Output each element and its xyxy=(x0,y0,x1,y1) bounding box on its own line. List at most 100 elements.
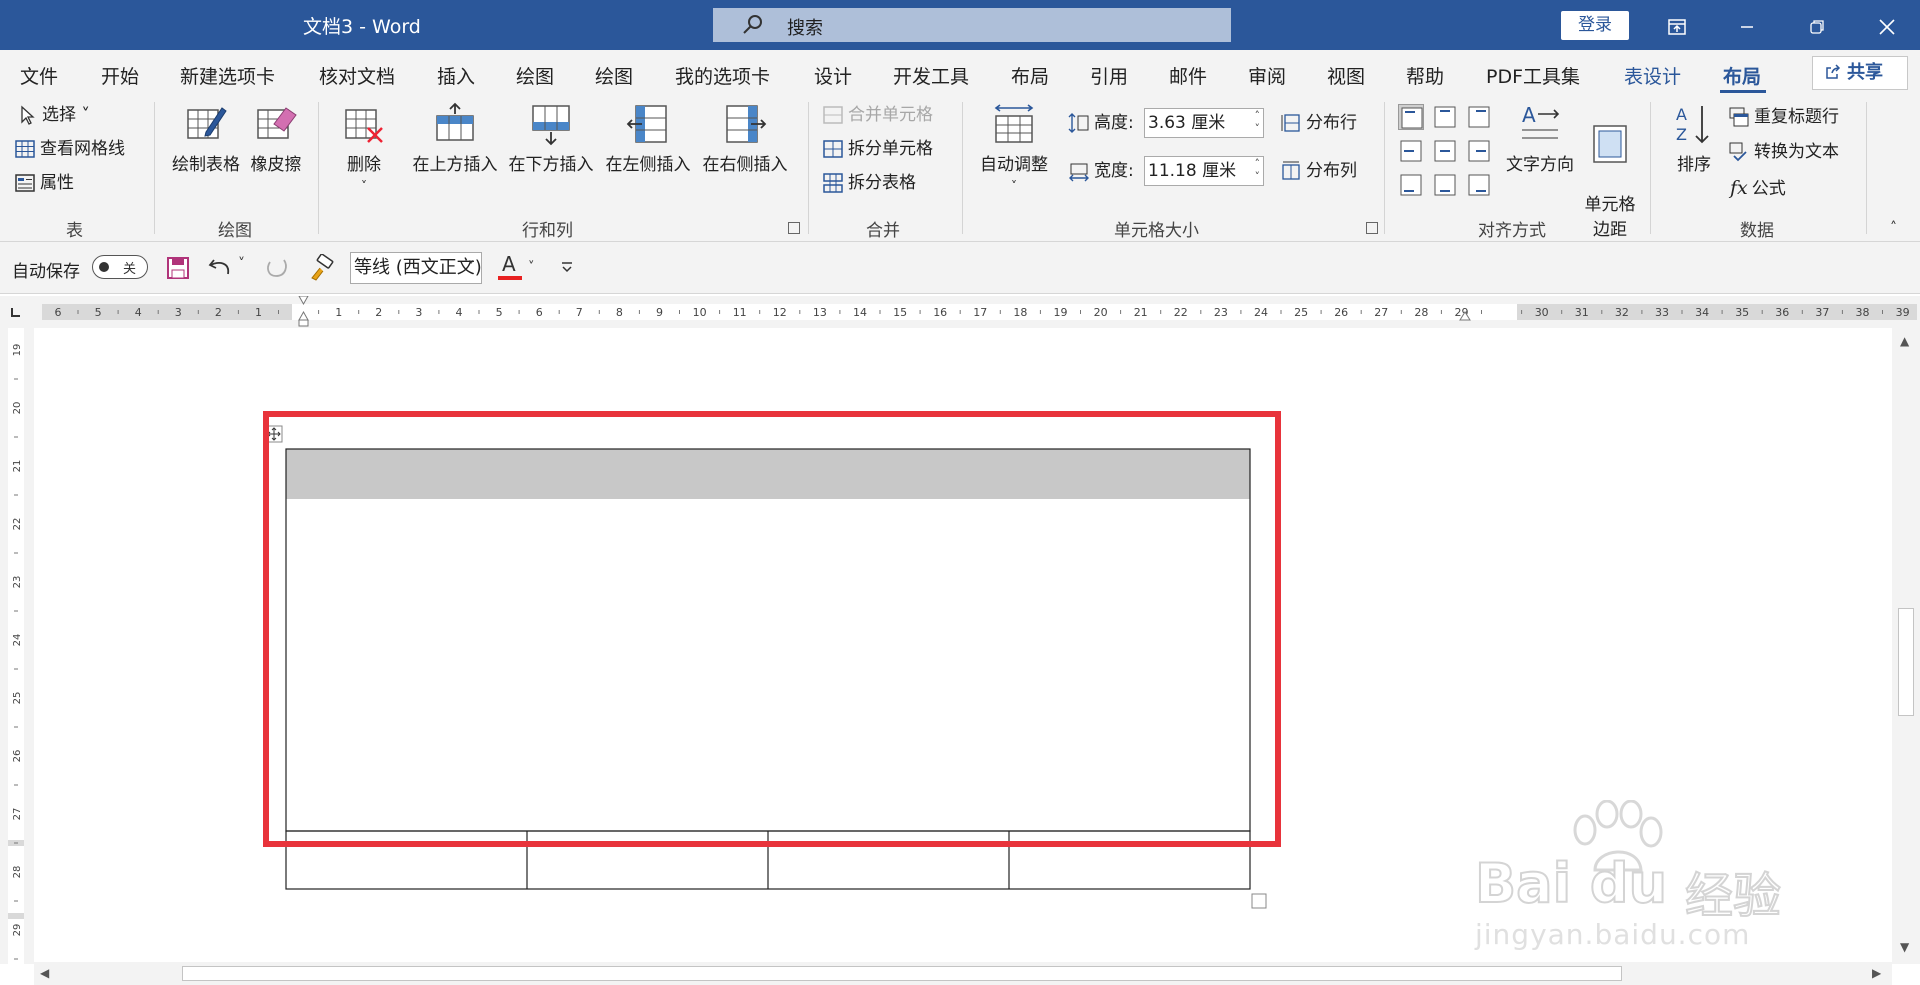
tab-view[interactable]: 视图 xyxy=(1327,62,1365,89)
minimize-icon[interactable] xyxy=(1716,0,1778,50)
font-dropdown-icon[interactable]: ˅ xyxy=(468,260,475,275)
tab-draw-1[interactable]: 绘图 xyxy=(516,62,554,89)
insert-below-button[interactable]: 在下方插入 xyxy=(504,102,598,175)
split-cells-button[interactable]: 拆分单元格 xyxy=(822,136,933,162)
align-bottom-right-icon[interactable] xyxy=(1466,172,1492,198)
convert-to-text-button[interactable]: 转换为文本 xyxy=(1728,139,1839,165)
tab-table-design[interactable]: 表设计 xyxy=(1624,62,1681,89)
cell-margins-icon xyxy=(1593,125,1627,163)
horizontal-scrollbar[interactable]: ◀ ▶ xyxy=(34,962,1892,985)
insert-right-button[interactable]: 在右侧插入 xyxy=(698,102,792,175)
column-width-input[interactable]: 11.18 厘米 ˄ ˅ xyxy=(1144,156,1264,186)
properties-button[interactable]: 属性 xyxy=(14,170,74,196)
eraser-label: 橡皮擦 xyxy=(250,155,302,175)
tab-draw-2[interactable]: 绘图 xyxy=(595,62,633,89)
repeat-header-rows-button[interactable]: 重复标题行 xyxy=(1728,104,1839,130)
split-cells-icon xyxy=(823,140,843,158)
delete-button[interactable]: 删除 ˅ xyxy=(334,102,394,195)
customize-qat-icon[interactable] xyxy=(560,260,574,274)
vertical-scroll-thumb[interactable] xyxy=(1898,608,1914,716)
ruler-tick-label: 4 xyxy=(135,306,142,319)
scroll-up-icon[interactable]: ▲ xyxy=(1900,334,1909,348)
tab-selector[interactable] xyxy=(0,296,34,328)
eraser-button[interactable]: 橡皮擦 xyxy=(248,102,304,175)
collapse-ribbon-icon[interactable]: ˄ xyxy=(1890,220,1906,236)
select-button[interactable]: 选择 ˅ xyxy=(16,102,90,128)
tab-mailings[interactable]: 邮件 xyxy=(1169,62,1207,89)
cell-margins-button[interactable]: 单元格 边距 xyxy=(1582,102,1638,240)
horizontal-scroll-thumb[interactable] xyxy=(182,966,1622,981)
formula-button[interactable]: fx 公式 xyxy=(1730,175,1786,201)
restore-icon[interactable] xyxy=(1786,0,1848,50)
close-icon[interactable] xyxy=(1856,0,1918,50)
font-color-dropdown-icon[interactable]: ˅ xyxy=(528,260,535,275)
row-height-value: 3.63 厘米 xyxy=(1148,113,1226,133)
merge-cells-button[interactable]: 合并单元格 xyxy=(822,102,933,128)
align-bottom-left-icon[interactable] xyxy=(1398,172,1424,198)
insert-above-button[interactable]: 在上方插入 xyxy=(408,102,502,175)
repeat-header-icon xyxy=(1729,107,1749,127)
tab-layout[interactable]: 布局 xyxy=(1011,62,1049,89)
align-top-left-icon[interactable] xyxy=(1398,104,1424,130)
vertical-ruler[interactable]: 19 20 21 22 23 24 25 26 27 28 29 xyxy=(0,328,34,964)
tab-home[interactable]: 开始 xyxy=(101,62,139,89)
format-painter-icon[interactable] xyxy=(308,254,336,282)
autosave-toggle[interactable]: 关 xyxy=(92,255,148,279)
align-top-center-icon[interactable] xyxy=(1432,104,1458,130)
scroll-left-icon[interactable]: ◀ xyxy=(40,966,49,980)
undo-dropdown-icon[interactable]: ˅ xyxy=(238,256,245,272)
tab-my-tab[interactable]: 我的选项卡 xyxy=(675,62,770,89)
login-button[interactable]: 登录 xyxy=(1561,11,1629,40)
sort-button[interactable]: AZ 排序 xyxy=(1664,102,1724,175)
horizontal-ruler[interactable]: 6 5 4 3 2 1 1 2 3 4 5 6 7 8 9 10 11 12 13 14 15 16 17 18 19 20 21 2… xyxy=(34,295,1920,328)
rows-cols-launcher-icon[interactable] xyxy=(788,222,800,234)
align-middle-right-icon[interactable] xyxy=(1466,138,1492,164)
spin-arrows-icon[interactable]: ˄ ˅ xyxy=(1255,109,1261,135)
share-button[interactable]: 共享 xyxy=(1812,56,1908,90)
view-gridlines-button[interactable]: 查看网格线 xyxy=(14,136,125,162)
tab-file[interactable]: 文件 xyxy=(20,62,58,89)
table-resize-handle-icon[interactable] xyxy=(1251,893,1267,909)
autofit-button[interactable]: 自动调整 ˅ xyxy=(974,102,1054,195)
tab-references[interactable]: 引用 xyxy=(1090,62,1128,89)
ribbon-display-options-icon[interactable] xyxy=(1646,0,1708,50)
align-bottom-center-icon[interactable] xyxy=(1432,172,1458,198)
tab-pdf-tools[interactable]: PDF工具集 xyxy=(1486,62,1580,89)
align-middle-center-icon[interactable] xyxy=(1432,138,1458,164)
scroll-down-icon[interactable]: ▼ xyxy=(1900,940,1909,954)
tab-new-tab[interactable]: 新建选项卡 xyxy=(180,62,275,89)
align-top-right-icon[interactable] xyxy=(1466,104,1492,130)
font-color-icon[interactable]: A xyxy=(498,250,524,284)
tab-developer[interactable]: 开发工具 xyxy=(893,62,969,89)
tab-insert[interactable]: 插入 xyxy=(437,62,475,89)
selected-header-row[interactable] xyxy=(286,449,1250,499)
ruler-tick-label: 37 xyxy=(1815,306,1829,319)
search-box[interactable]: 搜索 xyxy=(713,8,1231,42)
cell-margins-label: 单元格 边距 xyxy=(1584,195,1636,240)
save-icon[interactable] xyxy=(166,256,190,280)
undo-icon[interactable] xyxy=(208,256,234,280)
font-name-select[interactable]: 等线 (西文正文) xyxy=(350,252,482,284)
tab-check-document[interactable]: 核对文档 xyxy=(319,62,395,89)
group-label-table: 表 xyxy=(66,221,83,241)
cell-size-launcher-icon[interactable] xyxy=(1366,222,1378,234)
distribute-columns-button[interactable]: 分布列 xyxy=(1280,158,1357,184)
row-height-input[interactable]: 3.63 厘米 ˄ ˅ xyxy=(1144,108,1264,138)
text-direction-button[interactable]: A 文字方向 xyxy=(1500,102,1580,175)
tab-table-layout[interactable]: 布局 xyxy=(1723,62,1761,89)
align-middle-left-icon[interactable] xyxy=(1398,138,1424,164)
tab-help[interactable]: 帮助 xyxy=(1406,62,1444,89)
spin-arrows-icon[interactable]: ˄ ˅ xyxy=(1255,157,1261,183)
split-table-button[interactable]: 拆分表格 xyxy=(822,170,916,196)
distribute-rows-button[interactable]: 分布行 xyxy=(1280,110,1357,136)
table-row-selected[interactable] xyxy=(285,448,1251,832)
vertical-scrollbar[interactable]: ▲ ▼ xyxy=(1892,328,1920,964)
tab-review[interactable]: 审阅 xyxy=(1248,62,1286,89)
draw-table-button[interactable]: 绘制表格 xyxy=(168,102,244,175)
convert-to-text-icon xyxy=(1729,142,1747,162)
insert-left-button[interactable]: 在左侧插入 xyxy=(601,102,695,175)
scroll-right-icon[interactable]: ▶ xyxy=(1872,966,1881,980)
redo-icon[interactable] xyxy=(264,256,290,280)
ruler-tick-label: 22 xyxy=(12,518,23,531)
tab-design[interactable]: 设计 xyxy=(814,62,852,89)
